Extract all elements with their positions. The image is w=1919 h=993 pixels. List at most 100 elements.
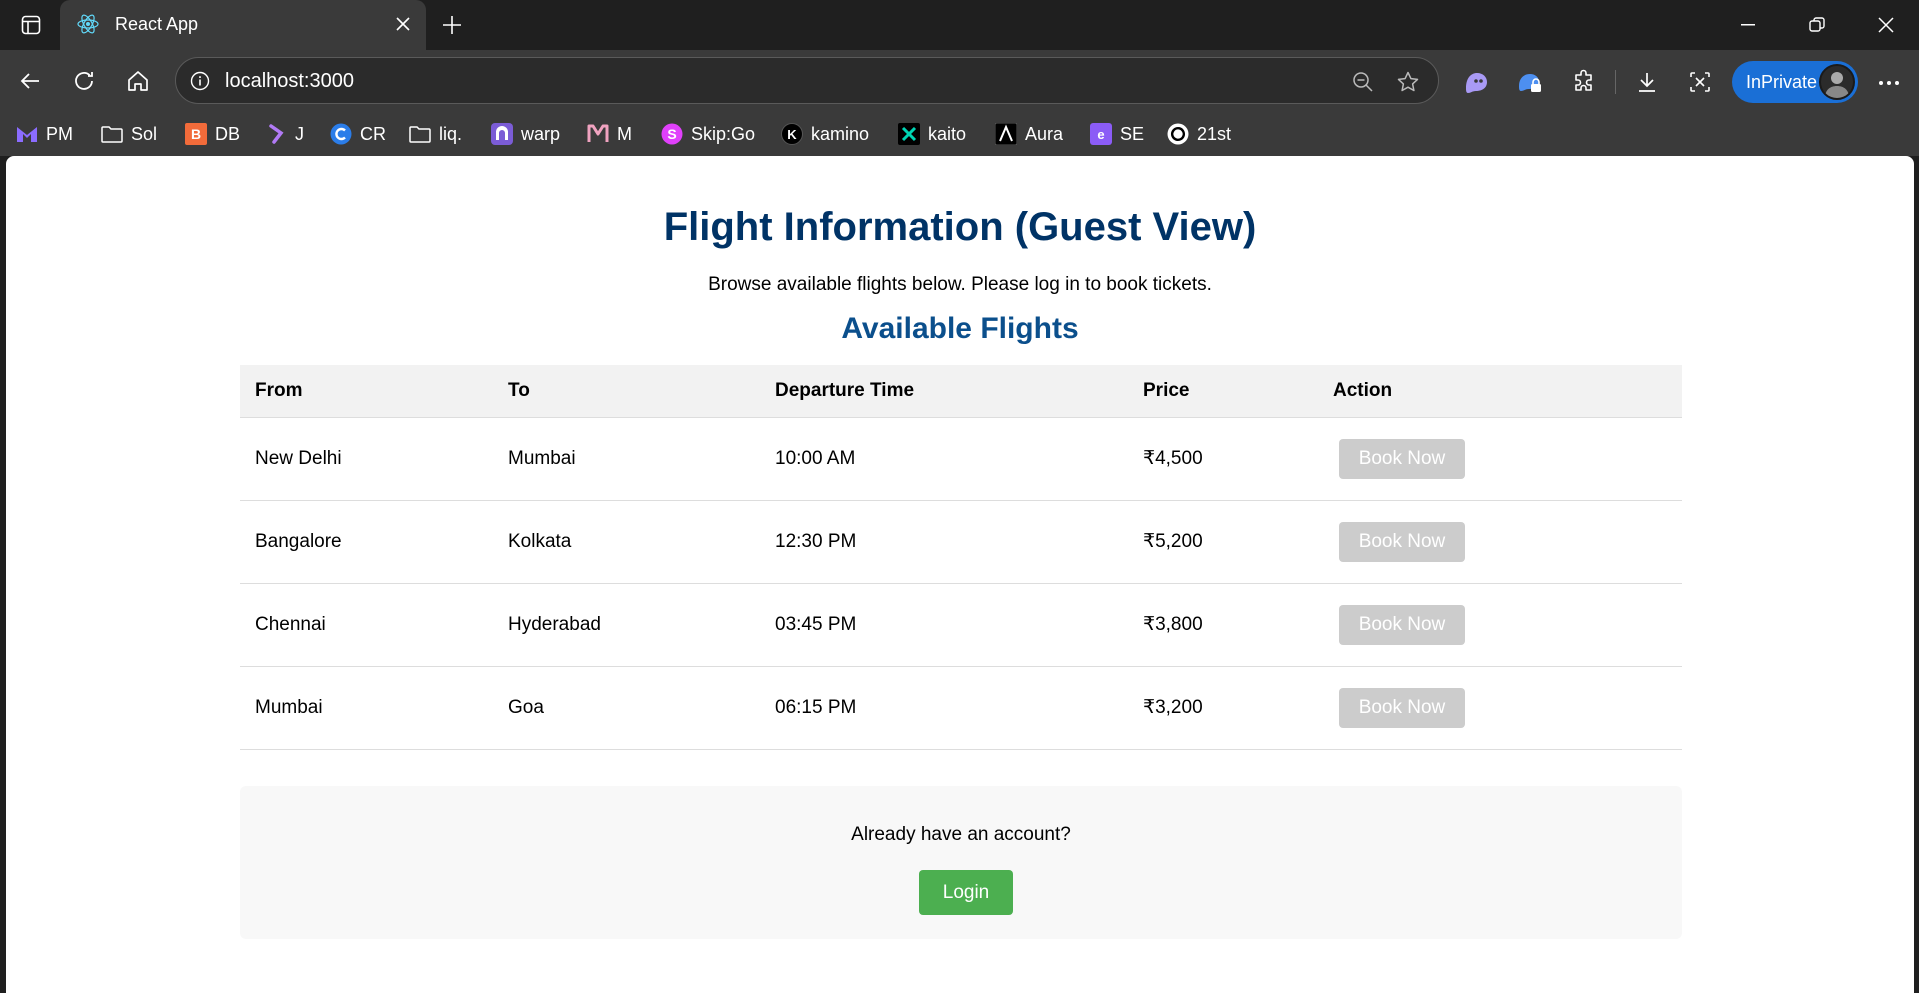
restore-icon[interactable] xyxy=(1797,10,1837,40)
downloads-icon[interactable] xyxy=(1630,65,1664,99)
inprivate-label: InPrivate xyxy=(1746,72,1818,92)
zoom-out-icon[interactable] xyxy=(1350,69,1376,95)
book-now-button[interactable]: Book Now xyxy=(1339,521,1465,562)
bookmark-label: SE xyxy=(1120,123,1145,144)
warp-icon xyxy=(491,123,513,145)
bookmark-label: kaito xyxy=(928,123,967,144)
folder-icon xyxy=(101,123,123,145)
screenshot-icon[interactable] xyxy=(1683,65,1717,99)
aura-icon xyxy=(995,123,1017,145)
bookmark-21st[interactable]: 21st xyxy=(1167,120,1231,148)
url-text: localhost:3000 xyxy=(225,70,354,92)
section-title: Available Flights xyxy=(841,312,1079,345)
bookmark-label: 21st xyxy=(1197,123,1232,144)
kaito-icon xyxy=(898,123,920,145)
cell-from: Bangalore xyxy=(240,500,493,584)
login-prompt: Already have an account? xyxy=(851,824,1071,845)
page-content: Flight Information (Guest View) Browse a… xyxy=(6,156,1914,993)
bookmark-label: kamino xyxy=(811,123,870,144)
book-now-button[interactable]: Book Now xyxy=(1339,604,1465,645)
bookmark-label: liq. xyxy=(439,123,463,144)
extensions-icon[interactable] xyxy=(1567,65,1601,99)
bookmark-skipgo[interactable]: S Skip:Go xyxy=(661,120,755,148)
bookmark-label: DB xyxy=(215,123,241,144)
svg-text:e: e xyxy=(1097,127,1104,142)
new-tab-icon[interactable] xyxy=(437,10,467,40)
bookmark-label: M xyxy=(617,123,632,144)
close-tab-icon[interactable] xyxy=(390,11,416,37)
address-bar[interactable]: localhost:3000 xyxy=(175,57,1439,104)
tab-actions-icon[interactable] xyxy=(14,10,48,40)
folder-icon xyxy=(409,123,431,145)
cell-time: 12:30 PM xyxy=(760,500,1128,584)
cell-action: Book Now xyxy=(1318,583,1682,667)
bookmark-kamino[interactable]: K kamino xyxy=(781,120,869,148)
back-icon[interactable] xyxy=(14,65,46,97)
cell-to: Mumbai xyxy=(493,417,760,501)
j-icon xyxy=(265,123,287,145)
page-title: Flight Information (Guest View) xyxy=(663,205,1257,249)
table-header-row: From To Departure Time Price Action xyxy=(240,365,1682,418)
bookmark-label: J xyxy=(295,123,304,144)
cell-to: Goa xyxy=(493,666,760,750)
kamino-icon: K xyxy=(781,123,803,145)
bookmark-m[interactable]: M xyxy=(587,120,632,148)
bookmark-liq[interactable]: liq. xyxy=(409,120,462,148)
svg-text:B: B xyxy=(191,126,201,142)
bookmark-kaito[interactable]: kaito xyxy=(898,120,966,148)
header-action: Action xyxy=(1318,365,1682,418)
header-from: From xyxy=(240,365,493,418)
m-icon xyxy=(587,123,609,145)
inprivate-button[interactable]: InPrivate xyxy=(1732,61,1858,103)
bookmark-pm[interactable]: PM xyxy=(16,120,73,148)
close-window-icon[interactable] xyxy=(1866,10,1906,40)
cell-to: Kolkata xyxy=(493,500,760,584)
bookmark-sol[interactable]: Sol xyxy=(101,120,157,148)
browser-tab[interactable]: React App xyxy=(60,0,426,50)
bookmark-j[interactable]: J xyxy=(265,120,304,148)
svg-text:S: S xyxy=(667,126,676,142)
table-row: Mumbai Goa 06:15 PM ₹3,200 Book Now xyxy=(240,666,1682,750)
bookmark-warp[interactable]: warp xyxy=(491,120,560,148)
cell-price: ₹5,200 xyxy=(1128,500,1318,584)
flights-table: From To Departure Time Price Action New … xyxy=(240,365,1682,750)
bookmark-label: PM xyxy=(46,123,73,144)
site-info-icon[interactable] xyxy=(188,69,212,93)
refresh-icon[interactable] xyxy=(68,65,100,97)
book-now-button[interactable]: Book Now xyxy=(1339,687,1465,728)
avatar xyxy=(1819,64,1855,100)
cell-from: Mumbai xyxy=(240,666,493,750)
cell-price: ₹3,200 xyxy=(1128,666,1318,750)
bookmark-aura[interactable]: Aura xyxy=(995,120,1063,148)
cell-action: Book Now xyxy=(1318,666,1682,750)
cell-time: 06:15 PM xyxy=(760,666,1128,750)
db-icon: B xyxy=(185,123,207,145)
bookmark-cr[interactable]: CR xyxy=(330,120,386,148)
ghost-extension-icon[interactable] xyxy=(1459,65,1493,99)
cell-time: 03:45 PM xyxy=(760,583,1128,667)
header-departure-time: Departure Time xyxy=(760,365,1128,418)
home-icon[interactable] xyxy=(122,65,154,97)
bookmarks-bar: PM Sol B DB J CR liq. warp M S Skip:Go K… xyxy=(0,112,1919,156)
login-button[interactable]: Login xyxy=(919,870,1013,915)
react-icon xyxy=(76,12,100,36)
toolbar-divider xyxy=(1615,70,1616,94)
bookmark-db[interactable]: B DB xyxy=(185,120,240,148)
minimize-icon[interactable] xyxy=(1728,10,1768,40)
book-now-button[interactable]: Book Now xyxy=(1339,438,1465,479)
table-row: Chennai Hyderabad 03:45 PM ₹3,800 Book N… xyxy=(240,583,1682,667)
locked-extension-icon[interactable] xyxy=(1513,65,1547,99)
tab-title: React App xyxy=(115,14,199,34)
cell-action: Book Now xyxy=(1318,500,1682,584)
more-options-icon[interactable] xyxy=(1872,68,1906,98)
bookmark-se[interactable]: e SE xyxy=(1090,120,1144,148)
header-to: To xyxy=(493,365,760,418)
table-row: Bangalore Kolkata 12:30 PM ₹5,200 Book N… xyxy=(240,500,1682,584)
cell-price: ₹4,500 xyxy=(1128,417,1318,501)
cell-time: 10:00 AM xyxy=(760,417,1128,501)
cell-from: New Delhi xyxy=(240,417,493,501)
cell-from: Chennai xyxy=(240,583,493,667)
browser-toolbar: localhost:3000 InPrivate xyxy=(0,50,1919,112)
favorite-star-icon[interactable] xyxy=(1395,69,1421,95)
bookmark-label: Skip:Go xyxy=(691,123,756,144)
